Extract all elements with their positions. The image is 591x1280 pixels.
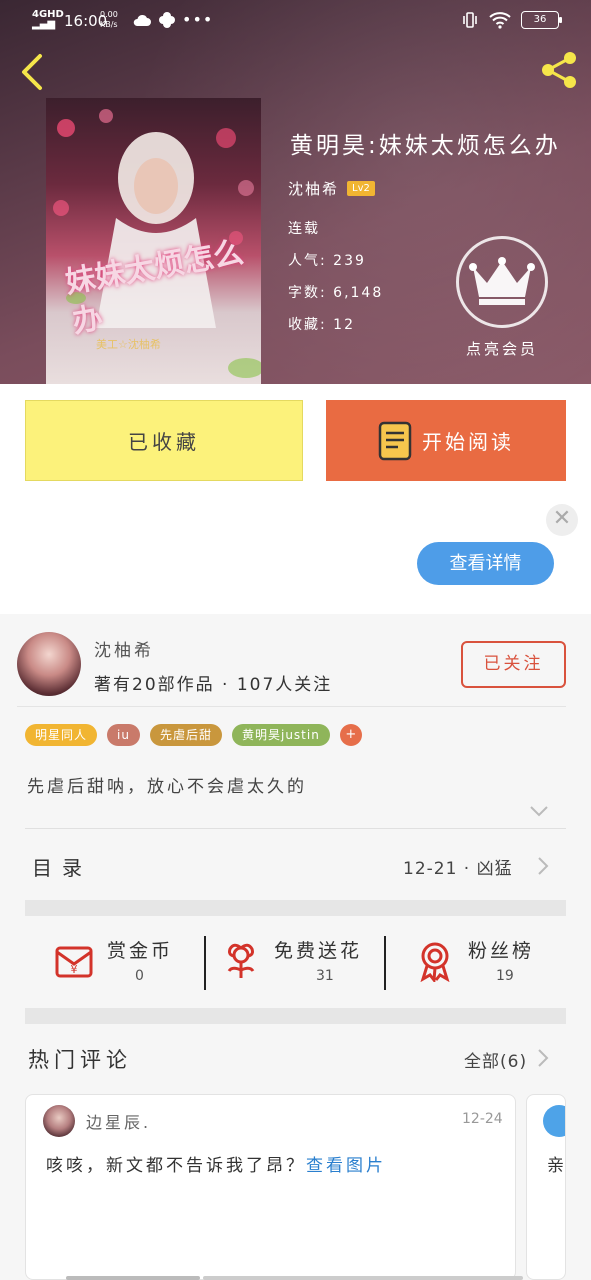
back-arrow-icon[interactable] bbox=[16, 52, 48, 92]
wifi-icon bbox=[489, 12, 511, 29]
tag-item[interactable]: iu bbox=[107, 724, 140, 746]
word-count-value: 6,148 bbox=[333, 285, 384, 301]
start-reading-button[interactable]: 开始阅读 bbox=[326, 400, 566, 481]
author-section: 沈柚希 著有20部作品 · 107人关注 已关注 bbox=[0, 614, 591, 714]
book-icon bbox=[378, 421, 412, 460]
book-author[interactable]: 沈柚希 Lv2 bbox=[288, 178, 375, 199]
support-stats: ¥ 赏金币 0 免费送花 31 粉丝榜 19 bbox=[25, 916, 566, 1008]
stat-value: 31 bbox=[316, 968, 334, 984]
action-bar: 已收藏 开始阅读 bbox=[0, 384, 591, 496]
tag-item[interactable]: 明星同人 bbox=[25, 724, 98, 746]
comment-card[interactable]: 亲 bbox=[526, 1094, 566, 1280]
book-header: 4GHD ▂▄▆ 16:00 0.00 KB/s ••• 36 妹妹太烦怎么办 … bbox=[0, 0, 591, 384]
comment-card[interactable]: 边星辰. 12-24 咳咳，新文都不告诉我了昂？查看图片 bbox=[25, 1094, 516, 1280]
vip-badge[interactable] bbox=[456, 236, 548, 328]
comment-body: 咳咳，新文都不告诉我了昂？ bbox=[46, 1156, 306, 1176]
section-separator bbox=[25, 900, 566, 916]
fan-ranking[interactable]: 粉丝榜 19 bbox=[386, 916, 566, 1008]
view-details-button[interactable]: 查看详情 bbox=[417, 542, 554, 585]
favorites-value: 12 bbox=[333, 317, 355, 333]
book-status: 连载 bbox=[288, 221, 320, 237]
toc-label: 目录 bbox=[32, 856, 92, 880]
latest-chapter: 12-21 · 凶猛 bbox=[403, 859, 513, 879]
tag-list: 明星同人 iu 先虐后甜 黄明昊justin + bbox=[25, 724, 362, 746]
book-title: 黄明昊:妹妹太烦怎么办 bbox=[290, 133, 561, 159]
close-ad-icon[interactable]: ✕ bbox=[546, 504, 578, 536]
network-indicator: 4GHD ▂▄▆ bbox=[32, 10, 64, 30]
stat-value: 19 bbox=[496, 968, 514, 984]
author-stats: 著有20部作品 · 107人关注 bbox=[94, 675, 333, 695]
book-author-name[interactable]: 沈柚希 bbox=[288, 178, 339, 199]
start-reading-label: 开始阅读 bbox=[422, 430, 514, 454]
book-cover[interactable]: 妹妹太烦怎么办 美工☆沈柚希 bbox=[46, 98, 261, 384]
pinwheel-icon bbox=[159, 11, 175, 28]
divider bbox=[25, 828, 566, 829]
author-name[interactable]: 沈柚希 bbox=[94, 636, 154, 661]
notification-icons: ••• bbox=[132, 10, 213, 29]
popularity-value: 239 bbox=[333, 253, 366, 269]
chevron-right-icon[interactable] bbox=[537, 1048, 549, 1068]
commenter-avatar[interactable] bbox=[43, 1105, 75, 1137]
comment-text: 咳咳，新文都不告诉我了昂？查看图片 bbox=[46, 1151, 386, 1176]
all-comments-link[interactable]: 全部(6) bbox=[464, 1047, 527, 1072]
medal-icon bbox=[420, 942, 450, 982]
vibrate-icon bbox=[463, 12, 477, 28]
commenter-name[interactable]: 边星辰. bbox=[86, 1109, 151, 1133]
system-icons: 36 bbox=[461, 11, 562, 29]
crown-icon bbox=[469, 257, 535, 305]
cloud-icon bbox=[133, 14, 151, 26]
followed-button[interactable]: 已关注 bbox=[461, 641, 566, 688]
free-flowers[interactable]: 免费送花 31 bbox=[206, 916, 385, 1008]
stat-label: 粉丝榜 bbox=[468, 940, 535, 962]
carousel-indicator bbox=[66, 1276, 200, 1280]
divider bbox=[17, 706, 566, 707]
collected-button[interactable]: 已收藏 bbox=[25, 400, 303, 481]
cover-subtitle: 美工☆沈柚希 bbox=[96, 338, 161, 351]
favorites-row: 收藏: 12 bbox=[288, 314, 355, 334]
section-separator bbox=[25, 1008, 566, 1024]
book-intro: 先虐后甜呐，放心不会虐太久的 bbox=[27, 777, 307, 797]
net-speed-value: 0.00 bbox=[100, 10, 118, 19]
stat-value: 0 bbox=[135, 968, 144, 984]
vip-label[interactable]: 点亮会员 bbox=[466, 338, 538, 359]
net-speed: 0.00 KB/s bbox=[100, 10, 118, 30]
favorites-label: 收藏: bbox=[288, 317, 327, 333]
hot-comments-title: 热门评论 bbox=[28, 1048, 132, 1072]
table-of-contents-row[interactable]: 目录 12-21 · 凶猛 bbox=[0, 830, 591, 900]
battery-icon: 36 bbox=[521, 11, 562, 29]
red-envelope-icon: ¥ bbox=[55, 946, 93, 978]
word-count-label: 字数: bbox=[288, 285, 327, 301]
tag-item[interactable]: 先虐后甜 bbox=[149, 724, 222, 746]
reward-coins[interactable]: ¥ 赏金币 0 bbox=[25, 916, 205, 1008]
word-count-row: 字数: 6,148 bbox=[288, 282, 383, 302]
level-badge: Lv2 bbox=[347, 181, 375, 196]
expand-chevron-icon[interactable] bbox=[529, 804, 549, 818]
stat-label: 赏金币 bbox=[107, 940, 174, 962]
chevron-right-icon bbox=[538, 857, 549, 875]
comment-text: 亲 bbox=[547, 1156, 564, 1176]
author-avatar[interactable] bbox=[17, 632, 81, 696]
more-notifications-icon: ••• bbox=[182, 10, 214, 29]
comment-date: 12-24 bbox=[462, 1111, 503, 1127]
svg-text:¥: ¥ bbox=[71, 963, 78, 976]
net-speed-unit: KB/s bbox=[100, 20, 118, 29]
signal-icon: ▂▄▆ bbox=[32, 19, 56, 30]
share-icon[interactable] bbox=[539, 50, 579, 90]
hot-comments-header: 热门评论 全部(6) bbox=[0, 1026, 591, 1092]
carousel-track bbox=[203, 1276, 523, 1280]
popularity-label: 人气: bbox=[288, 253, 327, 269]
flower-icon bbox=[227, 943, 255, 978]
ad-banner: ✕ 查看详情 bbox=[0, 496, 591, 614]
commenter-avatar[interactable] bbox=[543, 1105, 565, 1137]
stat-label: 免费送花 bbox=[274, 940, 363, 962]
view-image-link[interactable]: 查看图片 bbox=[306, 1156, 386, 1176]
popularity-row: 人气: 239 bbox=[288, 250, 366, 270]
tag-item[interactable]: 黄明昊justin bbox=[231, 724, 330, 746]
status-bar: 4GHD ▂▄▆ 16:00 0.00 KB/s ••• 36 bbox=[0, 0, 591, 44]
more-tags-button[interactable]: + bbox=[339, 724, 362, 746]
